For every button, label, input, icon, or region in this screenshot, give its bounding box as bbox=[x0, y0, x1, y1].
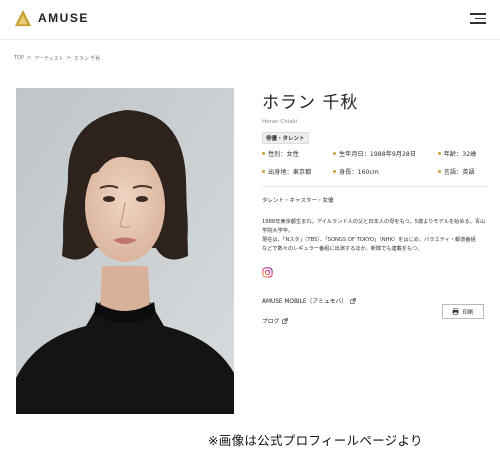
breadcrumb-separator: > bbox=[66, 55, 71, 61]
property-value: 出身地：東京都 bbox=[268, 169, 312, 176]
property-language: 言語：英語 bbox=[437, 167, 488, 176]
bullet-dot-icon bbox=[332, 170, 336, 173]
profile-info: ホラン 千秋 Horan Chiaki 俳優・タレント 性別：女性 生年月日：1… bbox=[262, 88, 488, 336]
external-link-icon bbox=[282, 317, 289, 324]
artist-romaji: Horan Chiaki bbox=[262, 119, 298, 125]
artist-name: ホラン 千秋 bbox=[262, 93, 359, 113]
property-birthplace: 出身地：東京都 bbox=[262, 167, 323, 176]
bullet-dot-icon bbox=[262, 170, 265, 173]
property-age: 年齢：32歳 bbox=[437, 149, 488, 158]
breadcrumb-current: ホラン 千秋 bbox=[73, 56, 101, 62]
print-label: 印刷 bbox=[462, 309, 474, 316]
image-source-caption: ※画像は公式プロフィールページより bbox=[208, 433, 423, 448]
hamburger-menu-icon[interactable] bbox=[470, 13, 486, 25]
genre-badge: 俳優・タレント bbox=[262, 132, 309, 144]
blog-label: ブログ bbox=[262, 319, 280, 325]
bio-line: 1988年東京都生まれ。アイルランド人の父と日本人の母をもつ。5歳よりモデルを始… bbox=[262, 219, 486, 225]
property-value: 身長：160cm bbox=[338, 169, 379, 176]
breadcrumb-artists[interactable]: アーティスト bbox=[34, 55, 63, 62]
property-birthday: 生年月日：1988年9月28日 bbox=[332, 149, 428, 158]
property-gender: 性別：女性 bbox=[262, 149, 323, 158]
print-button[interactable]: 印刷 bbox=[442, 304, 484, 319]
bullet-dot-icon bbox=[437, 170, 441, 173]
artist-category: タレント・キャスター・女優 bbox=[262, 198, 334, 204]
amuse-logo-mark-icon bbox=[14, 9, 32, 27]
profile-photo bbox=[16, 88, 234, 414]
breadcrumb: TOP > アーティスト > ホラン 千秋 bbox=[14, 55, 100, 62]
property-value: 年齢：32歳 bbox=[443, 151, 477, 158]
printer-icon bbox=[453, 308, 459, 315]
property-value: 性別：女性 bbox=[268, 151, 299, 158]
property-height: 身長：160cm bbox=[332, 167, 428, 176]
bullet-dot-icon bbox=[437, 152, 441, 155]
breadcrumb-top[interactable]: TOP bbox=[14, 55, 24, 62]
bio-line: などで数々のレギュラー番組に出演するほか、新聞でも連載をもつ。 bbox=[262, 246, 423, 252]
breadcrumb-separator: > bbox=[27, 55, 32, 61]
divider bbox=[262, 186, 488, 187]
bio-line: 現在は、「Nスタ」（TBS）、「SONGS OF TOKYO」（NHK）をはじめ… bbox=[262, 237, 476, 243]
property-value: 言語：英語 bbox=[443, 169, 475, 176]
amuse-logo[interactable]: AMUSE bbox=[14, 9, 89, 27]
amuse-mobile-label: AMUSE MOBILE（アミュモバ） bbox=[262, 299, 348, 305]
bio-line: 学院大学卒。 bbox=[262, 228, 294, 234]
bullet-dot-icon bbox=[332, 152, 336, 155]
instagram-icon[interactable] bbox=[262, 267, 273, 278]
site-header: AMUSE bbox=[0, 0, 500, 40]
external-link-icon bbox=[350, 297, 356, 304]
profile-properties: 性別：女性 生年月日：1988年9月28日 年齢：32歳 出身地：東京都 身長：… bbox=[262, 149, 488, 176]
bullet-dot-icon bbox=[262, 152, 265, 155]
logo-text: AMUSE bbox=[38, 11, 89, 25]
property-value: 生年月日：1988年9月28日 bbox=[338, 151, 417, 158]
artist-bio: 1988年東京都生まれ。アイルランド人の父と日本人の母をもつ。5歳よりモデルを始… bbox=[262, 218, 488, 254]
